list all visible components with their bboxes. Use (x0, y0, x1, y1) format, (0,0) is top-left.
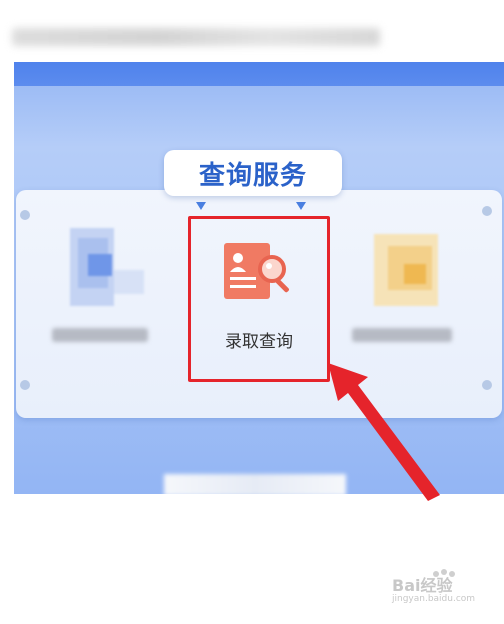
blurred-service-label-left (52, 328, 148, 342)
section-title-pill: 查询服务 (164, 150, 342, 196)
card-dot (482, 206, 492, 216)
admission-query-item[interactable]: 录取查询 (188, 216, 330, 382)
card-dot (20, 380, 30, 390)
title-connector-arrow (196, 202, 206, 210)
watermark-brand: Bai经验 (392, 576, 453, 595)
blurred-bottom-element (164, 474, 346, 494)
card-dot (20, 210, 30, 220)
admission-query-label: 录取查询 (225, 332, 293, 352)
top-bar (14, 62, 504, 86)
watermark-site: jingyan.baidu.com (392, 594, 476, 604)
card-dot (482, 380, 492, 390)
title-connector-arrow (296, 202, 306, 210)
admission-query-icon (224, 243, 289, 299)
section-title: 查询服务 (198, 160, 307, 191)
blurred-service-icon-left[interactable] (62, 228, 152, 308)
blurred-caption-text (12, 28, 380, 46)
blurred-service-label-right (352, 328, 452, 342)
red-pointer-arrow (328, 363, 440, 501)
blurred-service-icon-right[interactable] (364, 234, 454, 314)
